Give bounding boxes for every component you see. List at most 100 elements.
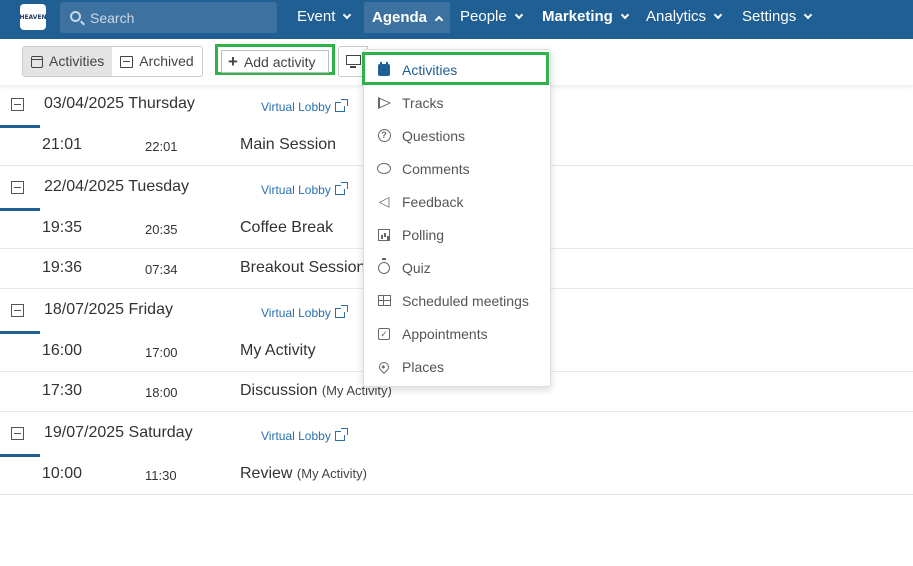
menu-item-label: Feedback (402, 193, 464, 210)
nav-settings[interactable]: Settings (742, 0, 813, 34)
agenda-dropdown-menu: Activities Tracks ? Questions Comments ◁… (363, 49, 551, 387)
activity-start-time: 19:35 (42, 219, 83, 236)
activity-subtitle: (My Activity) (296, 466, 367, 481)
nav-agenda[interactable]: Agenda (364, 2, 451, 33)
nav-marketing-label: Marketing (542, 8, 613, 25)
virtual-lobby-label: Virtual Lobby (261, 100, 331, 114)
top-nav: HEAVEN Event Agenda People Marketing Ana… (0, 0, 913, 39)
search-box[interactable] (60, 2, 277, 33)
activity-end-time: 22:01 (145, 139, 178, 154)
menu-item-comments[interactable]: Comments (364, 152, 550, 185)
collapse-toggle-icon[interactable] (11, 304, 24, 317)
activities-menu-highlight (362, 52, 549, 85)
menu-item-scheduled-meetings[interactable]: Scheduled meetings (364, 284, 550, 317)
chevron-up-icon (434, 15, 444, 25)
menu-item-feedback[interactable]: ◁ Feedback (364, 185, 550, 218)
archived-view-button[interactable]: Archived (112, 47, 202, 76)
activity-start-time: 17:30 (42, 382, 83, 399)
calendar-icon (31, 55, 43, 68)
collapse-toggle-icon[interactable] (11, 181, 24, 194)
view-toggle-group: Activities Archived (22, 46, 203, 77)
activity-start-time: 21:01 (42, 136, 83, 153)
flag-icon (377, 96, 391, 109)
comment-icon (377, 163, 391, 174)
chevron-down-icon (713, 10, 723, 20)
menu-item-questions[interactable]: ? Questions (364, 119, 550, 152)
search-icon (70, 11, 81, 22)
activity-title: Breakout Session (240, 259, 365, 277)
menu-item-label: Tracks (402, 94, 444, 111)
activity-end-time: 07:34 (145, 262, 178, 277)
activity-title-text: Discussion (240, 382, 318, 399)
activity-end-time: 18:00 (145, 385, 178, 400)
megaphone-icon: ◁ (378, 193, 390, 209)
menu-item-label: Scheduled meetings (402, 292, 529, 309)
menu-item-label: Appointments (402, 325, 488, 342)
virtual-lobby-label: Virtual Lobby (261, 306, 331, 320)
archived-view-label: Archived (139, 53, 194, 69)
activity-end-time: 11:30 (145, 468, 177, 483)
activity-title: Coffee Break (240, 219, 333, 237)
add-activity-button[interactable]: + Add activity (221, 50, 329, 73)
activity-title-text: Breakout Session (240, 259, 366, 276)
nav-people[interactable]: People (460, 0, 523, 34)
logo-text: HEAVEN (19, 13, 47, 21)
day-header: 19/07/2025 Saturday Virtual Lobby (0, 419, 913, 459)
plus-icon: + (228, 52, 238, 71)
table-icon (377, 295, 391, 306)
virtual-lobby-link[interactable]: Virtual Lobby (261, 305, 348, 320)
nav-event[interactable]: Event (297, 0, 352, 34)
activity-title-text: Main Session (240, 136, 337, 153)
virtual-lobby-link[interactable]: Virtual Lobby (261, 99, 348, 114)
activity-start-time: 19:36 (42, 259, 83, 276)
collapse-toggle-icon[interactable] (11, 98, 24, 111)
nav-settings-label: Settings (742, 8, 797, 25)
chevron-down-icon (803, 10, 813, 20)
external-link-icon (334, 99, 348, 112)
nav-agenda-label: Agenda (372, 9, 428, 26)
chevron-down-icon (343, 10, 352, 20)
menu-item-places[interactable]: Places (364, 350, 550, 383)
chevron-down-icon (620, 10, 630, 20)
activity-title-text: Coffee Break (240, 219, 334, 236)
activity-row[interactable]: 10:00 11:30 Review (My Activity) (0, 455, 913, 495)
menu-item-label: Places (402, 358, 445, 375)
nav-analytics[interactable]: Analytics (646, 0, 723, 34)
activity-title: Main Session (240, 136, 336, 154)
day-date: 03/04/2025 Thursday (44, 95, 195, 112)
app-logo[interactable]: HEAVEN (19, 4, 47, 30)
calendar-check-icon: ✓ (378, 327, 390, 340)
activity-title: My Activity (240, 342, 316, 360)
external-link-icon (334, 305, 348, 318)
activities-view-label: Activities (49, 53, 105, 69)
search-input[interactable] (90, 2, 270, 33)
nav-analytics-label: Analytics (646, 8, 707, 25)
nav-marketing[interactable]: Marketing (542, 0, 630, 34)
menu-item-quiz[interactable]: Quiz (364, 251, 550, 284)
virtual-lobby-link[interactable]: Virtual Lobby (261, 428, 348, 443)
question-icon: ? (377, 129, 391, 142)
external-link-icon (334, 428, 348, 441)
menu-item-label: Questions (402, 127, 466, 144)
nav-event-label: Event (297, 8, 336, 25)
menu-item-appointments[interactable]: ✓ Appointments (364, 317, 550, 350)
nav-people-label: People (460, 8, 507, 25)
external-link-icon (334, 182, 348, 195)
collapse-toggle-icon[interactable] (11, 427, 24, 440)
day-date: 19/07/2025 Saturday (44, 424, 193, 441)
menu-item-label: Polling (402, 226, 445, 243)
menu-item-tracks[interactable]: Tracks (364, 86, 550, 119)
virtual-lobby-link[interactable]: Virtual Lobby (261, 182, 348, 197)
activity-title: Review (My Activity) (240, 465, 367, 483)
menu-item-polling[interactable]: Polling (364, 218, 550, 251)
activity-end-time: 20:35 (145, 222, 178, 237)
day-date: 18/07/2025 Friday (44, 301, 173, 318)
day-date: 22/04/2025 Tuesday (44, 178, 190, 195)
activity-start-time: 10:00 (42, 465, 83, 482)
activities-view-button[interactable]: Activities (23, 47, 113, 76)
chevron-down-icon (514, 10, 523, 20)
menu-item-label: Comments (402, 160, 470, 177)
virtual-lobby-label: Virtual Lobby (261, 183, 331, 197)
activity-end-time: 17:00 (145, 345, 178, 360)
virtual-lobby-label: Virtual Lobby (261, 429, 331, 443)
